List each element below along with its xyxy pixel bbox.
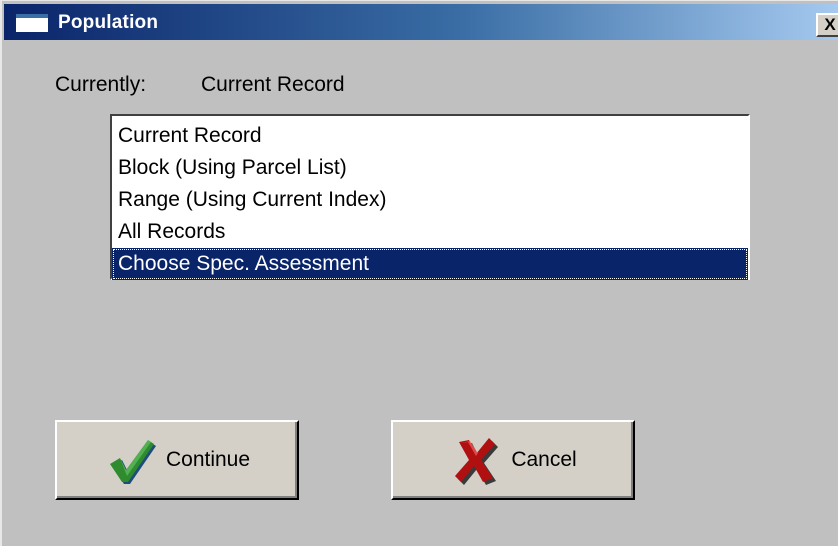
- list-item-all-records[interactable]: All Records: [112, 216, 748, 248]
- continue-button[interactable]: Continue: [55, 420, 299, 500]
- population-dialog: Population X Currently: Current Record C…: [0, 0, 838, 546]
- population-listbox[interactable]: Current Record Block (Using Parcel List)…: [110, 114, 750, 280]
- close-button[interactable]: X: [816, 13, 838, 37]
- currently-label: Currently:: [55, 73, 147, 96]
- window-icon: [16, 14, 48, 32]
- list-item-current-record[interactable]: Current Record: [112, 120, 748, 152]
- list-item-range[interactable]: Range (Using Current Index): [112, 184, 748, 216]
- cancel-label: Cancel: [511, 448, 577, 471]
- list-item-block[interactable]: Block (Using Parcel List): [112, 152, 748, 184]
- continue-label: Continue: [165, 448, 251, 471]
- window-title: Population: [58, 12, 159, 33]
- checkmark-icon: [109, 440, 156, 484]
- cancel-button[interactable]: Cancel: [391, 420, 635, 500]
- list-item-choose-spec-assessment[interactable]: Choose Spec. Assessment: [112, 248, 748, 280]
- title-bar[interactable]: Population X: [4, 4, 838, 40]
- currently-value: Current Record: [201, 73, 345, 96]
- x-mark-icon: [455, 438, 499, 485]
- close-icon: X: [824, 15, 836, 34]
